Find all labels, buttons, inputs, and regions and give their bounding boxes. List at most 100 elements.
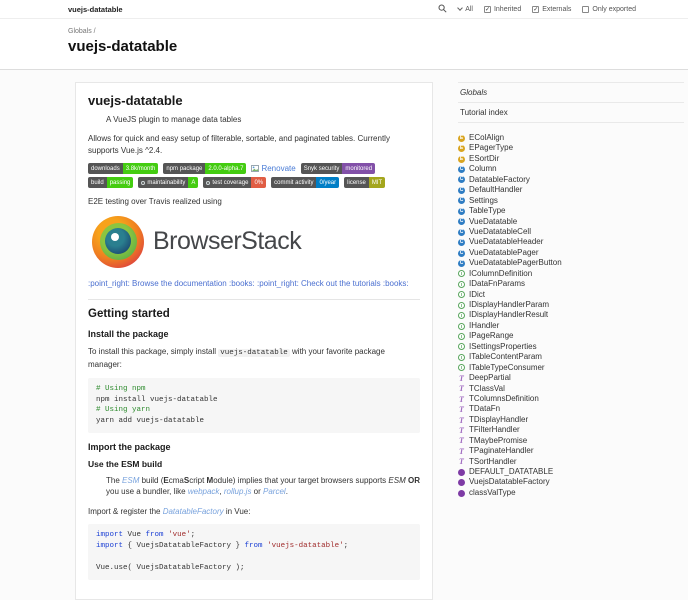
text-fragment: in Vue: — [223, 506, 251, 516]
symbol-label: TClassVal — [469, 383, 505, 393]
sidebar-symbol-TFilterHandler[interactable]: T TFilterHandler — [458, 425, 684, 435]
sidebar-symbol-VueDatatablePager[interactable]: C VueDatatablePager — [458, 248, 684, 258]
badge-commit-activity[interactable]: commit activity 0/year — [271, 177, 340, 189]
sidebar-symbol-VueDatatableHeader[interactable]: C VueDatatableHeader — [458, 237, 684, 247]
interface-icon: I — [458, 301, 465, 309]
readme-panel: vuejs-datatable A VueJS plugin to manage… — [75, 82, 433, 600]
text-fragment: ESM — [388, 476, 406, 486]
badge-test-coverage[interactable]: test coverage 0% — [203, 177, 267, 189]
toolbar-app-title: vuejs-datatable — [68, 4, 123, 14]
checkbox-label: Inherited — [493, 5, 522, 13]
text-fragment: Import & register the — [88, 506, 163, 516]
breadcrumb[interactable]: Globals / — [68, 28, 688, 35]
symbol-label: VueDatatableHeader — [469, 237, 544, 247]
sidebar-symbol-EColAlign[interactable]: E EColAlign — [458, 133, 684, 143]
sidebar-symbol-Settings[interactable]: C Settings — [458, 196, 684, 206]
badge-maintainability[interactable]: maintainability A — [138, 177, 199, 189]
inline-link[interactable]: Parcel — [263, 487, 286, 496]
sidebar-symbol-IDisplayHandlerResult[interactable]: I IDisplayHandlerResult — [458, 310, 684, 320]
interface-icon: I — [458, 270, 465, 278]
renovate-badge-link[interactable]: Renovate — [251, 164, 296, 174]
filter-checkbox-externals[interactable]: ✓ Externals — [532, 5, 571, 13]
symbol-label: ESortDir — [469, 153, 500, 163]
inline-link[interactable]: :point_right: Browse the documentation :… — [88, 279, 255, 288]
sidebar-symbol-DEFAULT_DATATABLE[interactable]: DEFAULT_DATATABLE — [458, 467, 684, 477]
register-paragraph: Import & register the DatatableFactory i… — [88, 506, 420, 518]
sidebar-symbol-IPageRange[interactable]: I IPageRange — [458, 331, 684, 341]
renovate-badge-label: Renovate — [261, 164, 296, 174]
search-icon[interactable] — [438, 4, 447, 15]
sidebar-symbol-ISettingsProperties[interactable]: I ISettingsProperties — [458, 342, 684, 352]
sidebar-symbol-DefaultHandler[interactable]: C DefaultHandler — [458, 185, 684, 195]
filter-all-dropdown[interactable]: All — [457, 5, 473, 13]
inline-link[interactable]: DatatableFactory — [163, 507, 224, 516]
text-fragment: OR — [407, 476, 420, 486]
sidebar-symbol-TDataFn[interactable]: T TDataFn — [458, 404, 684, 414]
symbol-label: TFilterHandler — [469, 425, 520, 435]
install-code-block: # Using npm npm install vuejs-datatable # … — [88, 377, 420, 434]
sidebar-symbol-EPagerType[interactable]: E EPagerType — [458, 143, 684, 153]
inline-link[interactable]: webpack — [188, 487, 220, 496]
interface-icon: I — [458, 333, 465, 341]
sidebar-symbol-VueDatatable[interactable]: C VueDatatable — [458, 217, 684, 227]
sidebar-symbol-classValType[interactable]: classValType — [458, 488, 684, 498]
sidebar-symbol-TDisplayHandler[interactable]: T TDisplayHandler — [458, 415, 684, 425]
toolbar-filters: All ✓ Inherited ✓ Externals Only exported — [438, 4, 636, 15]
typealias-icon: T — [459, 394, 464, 404]
browserstack-logo-icon — [92, 215, 144, 268]
badge-snyk-security[interactable]: Snyk security monitored — [300, 163, 376, 175]
badge-npm-package[interactable]: npm package 2.0.0-alpha.7 — [163, 163, 247, 175]
inline-link[interactable]: rollup.js — [224, 487, 252, 496]
sidebar-symbol-VuejsDatatableFactory[interactable]: VuejsDatatableFactory — [458, 477, 684, 487]
sidebar-menu-item-tutorial-index[interactable]: Tutorial index — [458, 103, 684, 123]
badge-build[interactable]: build passing — [88, 177, 134, 189]
sidebar-symbol-TColumnsDefinition[interactable]: T TColumnsDefinition — [458, 394, 684, 404]
symbol-label: TDisplayHandler — [469, 414, 529, 424]
symbol-label: VuejsDatatableFactory — [469, 477, 550, 487]
inline-link[interactable]: :point_right: Check out the tutorials :b… — [257, 279, 409, 288]
interface-icon: I — [458, 364, 465, 372]
interface-icon: I — [458, 312, 465, 320]
class-icon: C — [458, 239, 465, 247]
sidebar-symbol-DatatableFactory[interactable]: C DatatableFactory — [458, 175, 684, 185]
enum-icon: E — [458, 145, 465, 153]
browserstack-link[interactable]: BrowserStack — [92, 215, 420, 268]
doc-links-line[interactable]: :point_right: Browse the documentation :… — [88, 278, 420, 289]
symbol-label: VueDatatableCell — [469, 226, 531, 236]
top-toolbar: vuejs-datatable All ✓ Inherited ✓ Externals… — [0, 0, 688, 19]
sidebar-symbol-VueDatatableCell[interactable]: C VueDatatableCell — [458, 227, 684, 237]
variable-icon — [458, 489, 465, 497]
sidebar-symbol-ITableContentParam[interactable]: I ITableContentParam — [458, 352, 684, 362]
sidebar-symbol-IHandler[interactable]: I IHandler — [458, 321, 684, 331]
sidebar-symbol-IDict[interactable]: I IDict — [458, 290, 684, 300]
filter-checkbox-only-exported[interactable]: Only exported — [582, 5, 636, 13]
symbol-label: VueDatatable — [469, 216, 518, 226]
inline-link[interactable]: ESM — [122, 476, 139, 485]
codeclimate-icon — [206, 180, 211, 185]
symbol-label: TColumnsDefinition — [469, 393, 539, 403]
sidebar-symbol-IDisplayHandlerParam[interactable]: I IDisplayHandlerParam — [458, 300, 684, 310]
sidebar-symbol-TSortHandler[interactable]: T TSortHandler — [458, 457, 684, 467]
filter-checkbox-inherited[interactable]: ✓ Inherited — [483, 5, 522, 13]
sidebar-symbol-Column[interactable]: C Column — [458, 164, 684, 174]
sidebar-symbol-ESortDir[interactable]: E ESortDir — [458, 154, 684, 164]
badge-downloads[interactable]: downloads 3.8k/month — [88, 163, 159, 175]
sidebar-menu-item-globals[interactable]: Globals — [458, 83, 684, 103]
typealias-icon: T — [459, 457, 464, 467]
sidebar-symbol-TPaginateHandler[interactable]: T TPaginateHandler — [458, 446, 684, 456]
badge-license[interactable]: license MIT — [344, 177, 386, 189]
sidebar-symbol-TClassVal[interactable]: T TClassVal — [458, 384, 684, 394]
symbol-label: TableType — [469, 206, 506, 216]
sidebar-symbol-IColumnDefinition[interactable]: I IColumnDefinition — [458, 269, 684, 279]
class-icon: C — [458, 186, 465, 194]
sidebar-symbol-TMaybePromise[interactable]: T TMaybePromise — [458, 436, 684, 446]
sidebar-symbol-DeepPartial[interactable]: T DeepPartial — [458, 373, 684, 383]
text-fragment: The — [106, 476, 123, 486]
symbol-label: classValType — [469, 487, 516, 497]
symbol-label: IPageRange — [469, 331, 514, 341]
sidebar-symbol-ITableTypeConsumer[interactable]: I ITableTypeConsumer — [458, 363, 684, 373]
sidebar-symbol-TableType[interactable]: C TableType — [458, 206, 684, 216]
sidebar-symbol-IDataFnParams[interactable]: I IDataFnParams — [458, 279, 684, 289]
page-header: Globals / vuejs-datatable — [0, 19, 688, 70]
sidebar-symbol-VueDatatablePagerButton[interactable]: C VueDatatablePagerButton — [458, 258, 684, 268]
